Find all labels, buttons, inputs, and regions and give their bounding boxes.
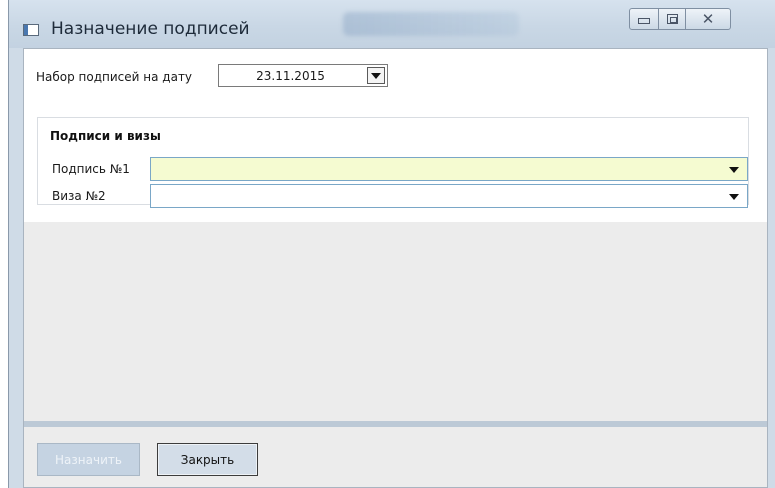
dialog-window: Назначение подписей ✕ Набор подписей на …: [8, 0, 775, 488]
maximize-button[interactable]: [658, 8, 686, 30]
window-title: Назначение подписей: [51, 19, 250, 39]
signatures-group: Подписи и визы Подпись №1 Виза №2: [37, 117, 749, 208]
title-bar[interactable]: Назначение подписей ✕: [9, 0, 775, 48]
chevron-down-icon: [729, 194, 739, 200]
visa-2-label: Виза №2: [52, 189, 106, 203]
chevron-down-icon: [371, 72, 381, 79]
close-button[interactable]: Закрыть: [157, 443, 258, 476]
date-set-row: Набор подписей на дату 23.11.2015: [24, 49, 767, 102]
window-app-icon: [23, 24, 39, 36]
visa-2-combobox[interactable]: [150, 184, 748, 208]
minimize-icon: [638, 18, 650, 24]
assign-button[interactable]: Назначить: [37, 443, 140, 476]
maximize-icon: [666, 14, 678, 24]
date-dropdown-button[interactable]: [367, 67, 385, 84]
signature-1-label: Подпись №1: [52, 162, 130, 176]
date-set-value: 23.11.2015: [256, 69, 325, 83]
date-set-label: Набор подписей на дату: [36, 70, 193, 84]
dialog-footer: Назначить Закрыть: [24, 427, 767, 487]
close-icon: ✕: [701, 9, 715, 28]
signatures-panel: Подписи и визы Подпись №1 Виза №2: [24, 101, 767, 222]
signature-1-combobox[interactable]: [150, 157, 748, 181]
minimize-button[interactable]: [629, 8, 659, 30]
group-title: Подписи и визы: [50, 129, 161, 143]
date-set-combobox[interactable]: 23.11.2015: [218, 64, 388, 87]
chevron-down-icon: [729, 167, 739, 173]
dialog-client-area: Набор подписей на дату 23.11.2015 Подпис…: [23, 48, 768, 488]
background-window-tab: [343, 12, 519, 36]
window-close-button[interactable]: ✕: [685, 8, 731, 30]
